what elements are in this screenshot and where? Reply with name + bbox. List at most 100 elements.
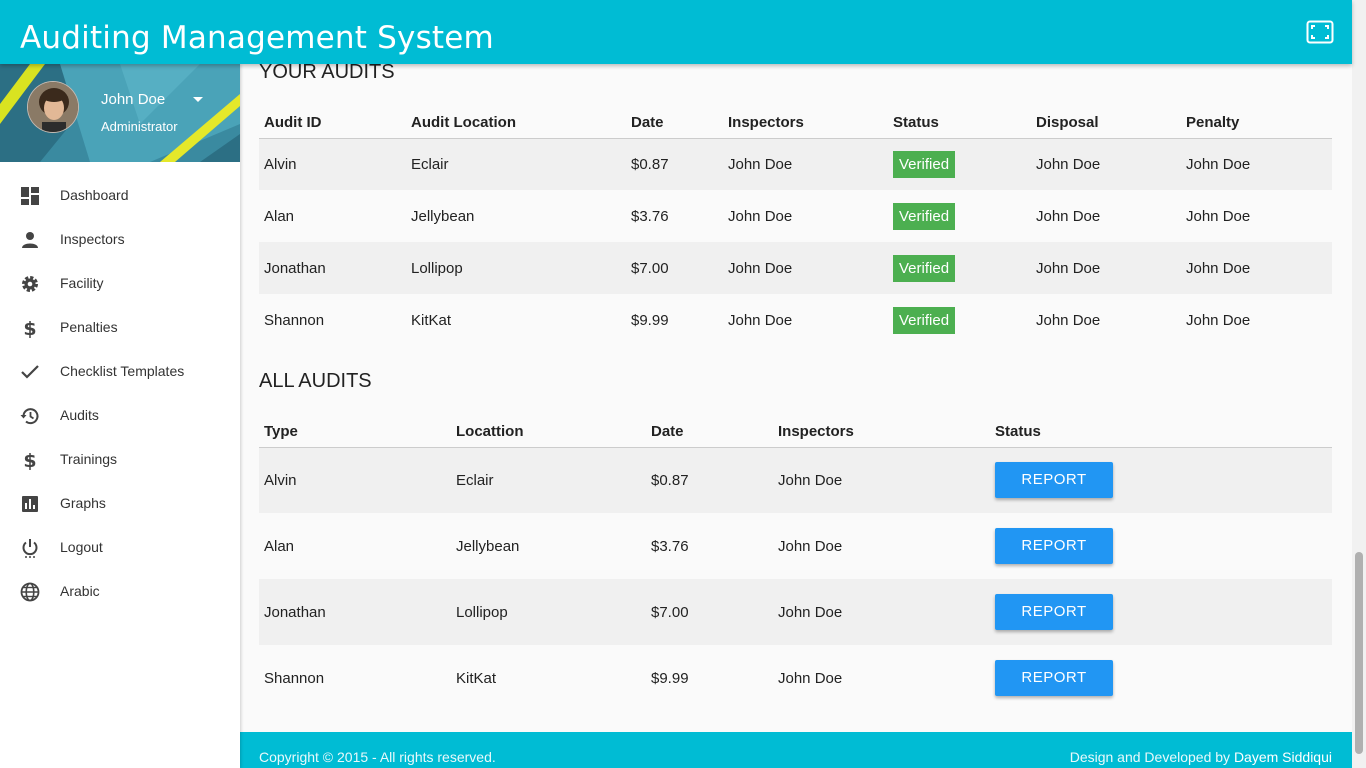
chart-icon <box>20 494 40 514</box>
sidebar-nav: Dashboard Inspectors Facility $ Penaltie… <box>0 174 240 614</box>
type-cell: Shannon <box>264 669 325 687</box>
table-header-row: Audit ID Audit Location Date Inspectors … <box>259 107 1332 139</box>
column-header[interactable]: Date <box>626 107 723 139</box>
sidebar-item-graphs[interactable]: Graphs <box>0 482 240 526</box>
table-row[interactable]: Jonathan Lollipop $7.00 John Doe Verifie… <box>259 242 1332 294</box>
penalty-cell: John Doe <box>1186 207 1251 225</box>
inspectors-cell: John Doe <box>778 669 843 687</box>
sidebar-item-label: Audits <box>60 407 99 423</box>
table-row[interactable]: Alvin Eclair $0.87 John Doe REPORT <box>259 447 1332 513</box>
gear-icon <box>20 274 40 294</box>
inspectors-cell: John Doe <box>778 537 843 555</box>
table-row[interactable]: Alvin Eclair $0.87 John Doe Verified Joh… <box>259 138 1332 190</box>
globe-icon <box>20 582 40 602</box>
column-header[interactable]: Type <box>259 416 451 448</box>
sidebar-item-label: Checklist Templates <box>60 363 185 379</box>
table-row[interactable]: Alan Jellybean $3.76 John Doe Verified J… <box>259 190 1332 242</box>
avatar[interactable] <box>27 81 79 133</box>
column-header[interactable]: Status <box>888 107 1031 139</box>
disposal-cell: John Doe <box>1031 242 1181 294</box>
report-button[interactable]: REPORT <box>995 660 1113 696</box>
column-header[interactable]: Status <box>990 416 1332 448</box>
sidebar-item-penalties[interactable]: $ Penalties <box>0 306 240 350</box>
audit-id-cell: Shannon <box>264 311 325 329</box>
disposal-cell: John Doe <box>1036 311 1101 329</box>
sidebar-item-inspectors[interactable]: Inspectors <box>0 218 240 262</box>
audit-location-cell: Jellybean <box>411 207 475 225</box>
scrollbar-thumb[interactable] <box>1355 552 1363 754</box>
table-row[interactable]: Shannon KitKat $9.99 John Doe Verified J… <box>259 294 1332 346</box>
table-row[interactable]: Jonathan Lollipop $7.00 John Doe REPORT <box>259 579 1332 645</box>
sidebar-item-logout[interactable]: Logout <box>0 526 240 570</box>
location-cell: Jellybean <box>456 537 520 555</box>
status-cell: Verified <box>888 138 1031 190</box>
dashboard-icon <box>20 186 40 206</box>
column-header[interactable]: Audit ID <box>259 107 406 139</box>
audit-location-cell: Eclair <box>406 138 626 190</box>
sidebar-item-checklist-templates[interactable]: Checklist Templates <box>0 350 240 394</box>
audit-id-cell: Alvin <box>259 138 406 190</box>
user-role: Administrator <box>101 119 178 134</box>
report-button[interactable]: REPORT <box>995 462 1113 499</box>
report-button[interactable]: REPORT <box>995 528 1113 564</box>
sidebar-item-label: Facility <box>60 275 104 291</box>
column-header[interactable]: Inspectors <box>723 107 888 139</box>
date-cell: $7.00 <box>646 579 773 645</box>
sidebar-item-dashboard[interactable]: Dashboard <box>0 174 240 218</box>
status-cell: REPORT <box>990 645 1332 711</box>
date-cell: $9.99 <box>651 669 689 687</box>
sidebar: John Doe Administrator Dashboard Inspect… <box>0 64 240 768</box>
sidebar-item-arabic[interactable]: Arabic <box>0 570 240 614</box>
sidebar-item-label: Dashboard <box>60 187 129 203</box>
sidebar-item-audits[interactable]: Audits <box>0 394 240 438</box>
column-header[interactable]: Inspectors <box>773 416 990 448</box>
credit-prefix: Design and Developed by <box>1069 749 1234 765</box>
disposal-cell: John Doe <box>1031 138 1181 190</box>
status-cell: Verified <box>888 242 1031 294</box>
report-button[interactable]: REPORT <box>995 594 1113 630</box>
date-cell: $3.76 <box>651 537 689 555</box>
user-menu-chevron-down-icon[interactable] <box>193 97 203 102</box>
app-title: Auditing Management System <box>20 20 494 56</box>
sidebar-item-label: Trainings <box>60 451 118 467</box>
table-header-row: Type Locattion Date Inspectors Status <box>259 416 1332 448</box>
sidebar-item-label: Inspectors <box>60 231 125 247</box>
status-cell: REPORT <box>990 513 1332 579</box>
author-link[interactable]: Dayem Siddiqui <box>1234 749 1332 765</box>
type-cell: Alvin <box>259 447 451 513</box>
sidebar-item-trainings[interactable]: $ Trainings <box>0 438 240 482</box>
inspectors-cell: John Doe <box>728 311 793 329</box>
sidebar-item-label: Graphs <box>60 495 106 511</box>
table-row[interactable]: Alan Jellybean $3.76 John Doe REPORT <box>259 513 1332 579</box>
column-header[interactable]: Disposal <box>1031 107 1181 139</box>
column-header[interactable]: Audit Location <box>406 107 626 139</box>
disposal-cell: John Doe <box>1036 207 1101 225</box>
status-badge: Verified <box>893 202 956 230</box>
dollar-icon: $ <box>20 318 40 340</box>
type-cell: Alan <box>264 537 295 555</box>
status-cell: REPORT <box>990 447 1332 513</box>
penalty-cell: John Doe <box>1186 311 1251 329</box>
date-cell: $0.87 <box>646 447 773 513</box>
sidebar-item-facility[interactable]: Facility <box>0 262 240 306</box>
column-header[interactable]: Locattion <box>451 416 646 448</box>
status-badge: Verified <box>893 254 956 282</box>
page-scrollbar[interactable] <box>1352 0 1366 768</box>
audit-location-cell: Lollipop <box>406 242 626 294</box>
column-header[interactable]: Penalty <box>1181 107 1332 139</box>
inspectors-cell: John Doe <box>723 242 888 294</box>
credit-text: Design and Developed by Dayem Siddiqui <box>1070 749 1332 765</box>
your-audits-table: Audit ID Audit Location Date Inspectors … <box>259 107 1332 346</box>
type-cell: Jonathan <box>259 579 451 645</box>
column-header[interactable]: Date <box>646 416 773 448</box>
fullscreen-icon[interactable] <box>1306 18 1334 46</box>
your-audits-title: YOUR AUDITS <box>259 61 395 83</box>
sidebar-item-label: Logout <box>60 539 103 555</box>
penalty-cell: John Doe <box>1181 138 1332 190</box>
location-cell: Eclair <box>451 447 646 513</box>
power-icon <box>20 538 40 558</box>
check-icon <box>20 362 40 382</box>
dollar-icon: $ <box>20 450 40 472</box>
table-row[interactable]: Shannon KitKat $9.99 John Doe REPORT <box>259 645 1332 711</box>
copyright-text: Copyright © 2015 - All rights reserved. <box>259 749 496 765</box>
